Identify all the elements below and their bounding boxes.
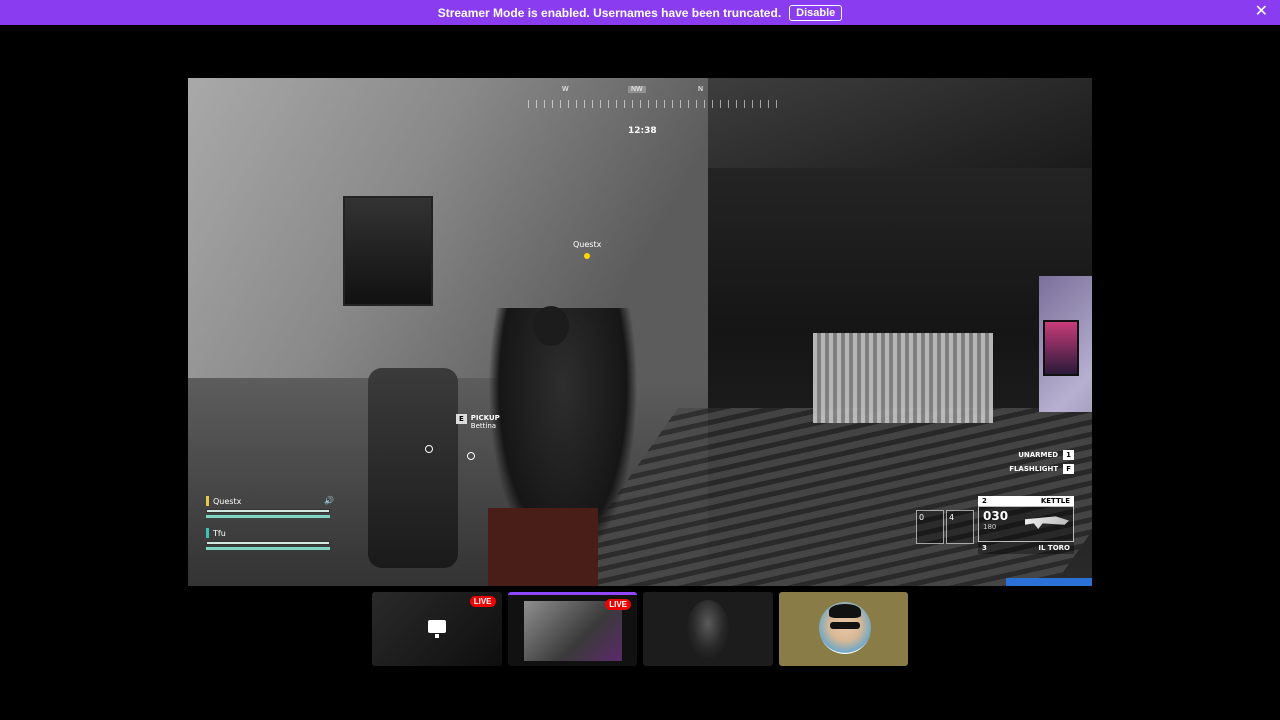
- player-head: [533, 306, 569, 346]
- close-icon[interactable]: ✕: [1255, 4, 1268, 20]
- banner-message: Streamer Mode is enabled. Usernames have…: [437, 5, 782, 20]
- match-timer: 12:38: [628, 126, 657, 136]
- alt-slot: 3: [982, 544, 987, 552]
- bind-label: FLASHLIGHT: [1009, 465, 1059, 473]
- shield-bar: [206, 547, 330, 550]
- weapon-panel: 2 KETTLE 030 180 3 IL TORO: [978, 496, 1074, 564]
- player-red-cloth: [488, 508, 598, 586]
- weapon-body: 030 180: [978, 506, 1074, 542]
- bind-row: FLASHLIGHT F: [1009, 464, 1074, 474]
- gadget-slot: 0: [916, 510, 944, 544]
- thumbnail-sunglasses-avatar[interactable]: [778, 592, 908, 666]
- weapon-name: KETTLE: [1040, 497, 1070, 505]
- weapon-header: 2 KETTLE: [978, 496, 1074, 506]
- team-member: Tfu: [206, 528, 334, 550]
- webcam-monitor: [1043, 320, 1079, 376]
- streamer-mode-banner: Streamer Mode is enabled. Usernames have…: [0, 0, 1280, 25]
- live-badge: LIVE: [605, 599, 631, 610]
- teammate-marker: Questx: [573, 240, 601, 259]
- bind-row: UNARMED 1: [1009, 450, 1074, 460]
- weapon-slot: 2: [982, 497, 987, 505]
- gadget-slot: 4: [946, 510, 974, 544]
- scene-machine: [343, 196, 433, 306]
- teammate-backpack: [368, 368, 458, 568]
- health-bar: [206, 509, 330, 513]
- avatar-hair: [828, 604, 861, 618]
- keybinds: UNARMED 1 FLASHLIGHT F: [1009, 450, 1074, 478]
- main-stream-video[interactable]: W NW N 12:38 Questx E PICKUP Bettina 🔊 Q…: [188, 78, 1092, 586]
- hooded-avatar-icon: [687, 600, 729, 658]
- team-flag-icon: [206, 496, 209, 506]
- thumbnail-hooded-avatar[interactable]: [643, 592, 773, 666]
- scene-light-fixture: [813, 333, 993, 423]
- thumbnail-screen-share[interactable]: LIVE: [372, 592, 502, 666]
- pickup-prompt: E PICKUP Bettina: [456, 414, 500, 430]
- compass: W NW N: [528, 86, 778, 110]
- compass-w: W: [562, 86, 569, 93]
- streamer-webcam: [1039, 276, 1092, 412]
- bind-key: F: [1063, 464, 1074, 474]
- team-member-name: Tfu: [213, 528, 226, 538]
- pickup-target: Bettina: [470, 422, 497, 430]
- screen-share-icon: [428, 620, 446, 638]
- status-bar: [1006, 578, 1092, 586]
- gadget-slots: 0 4: [916, 510, 974, 544]
- pickup-action: PICKUP: [470, 414, 500, 422]
- reticle-icon: [467, 452, 475, 460]
- game-preview: [523, 601, 622, 661]
- alt-weapon-name: IL TORO: [1038, 544, 1070, 552]
- marker-dot-icon: [584, 253, 591, 259]
- stream-thumbnails: LIVE LIVE: [372, 592, 908, 666]
- disable-button[interactable]: Disable: [789, 4, 843, 21]
- compass-ticks: [528, 100, 778, 108]
- weapon-alt: 3 IL TORO: [978, 542, 1074, 554]
- health-bar: [206, 541, 330, 545]
- shield-bar: [206, 515, 330, 518]
- bind-key: 1: [1063, 450, 1074, 460]
- pickup-key: E: [456, 414, 467, 424]
- team-panel: 🔊 Questx Tfu: [206, 496, 334, 560]
- team-member-name: Questx: [213, 496, 242, 506]
- marker-name: Questx: [573, 240, 602, 249]
- team-flag-icon: [206, 528, 209, 538]
- team-member: Questx: [206, 496, 334, 518]
- reticle-icon: [425, 445, 433, 453]
- sunglasses-icon: [829, 622, 860, 629]
- compass-nw: NW: [628, 86, 646, 93]
- bind-label: UNARMED: [1018, 451, 1059, 459]
- live-badge: LIVE: [469, 596, 496, 607]
- thumbnail-game[interactable]: LIVE: [507, 592, 637, 666]
- compass-n: N: [698, 86, 704, 93]
